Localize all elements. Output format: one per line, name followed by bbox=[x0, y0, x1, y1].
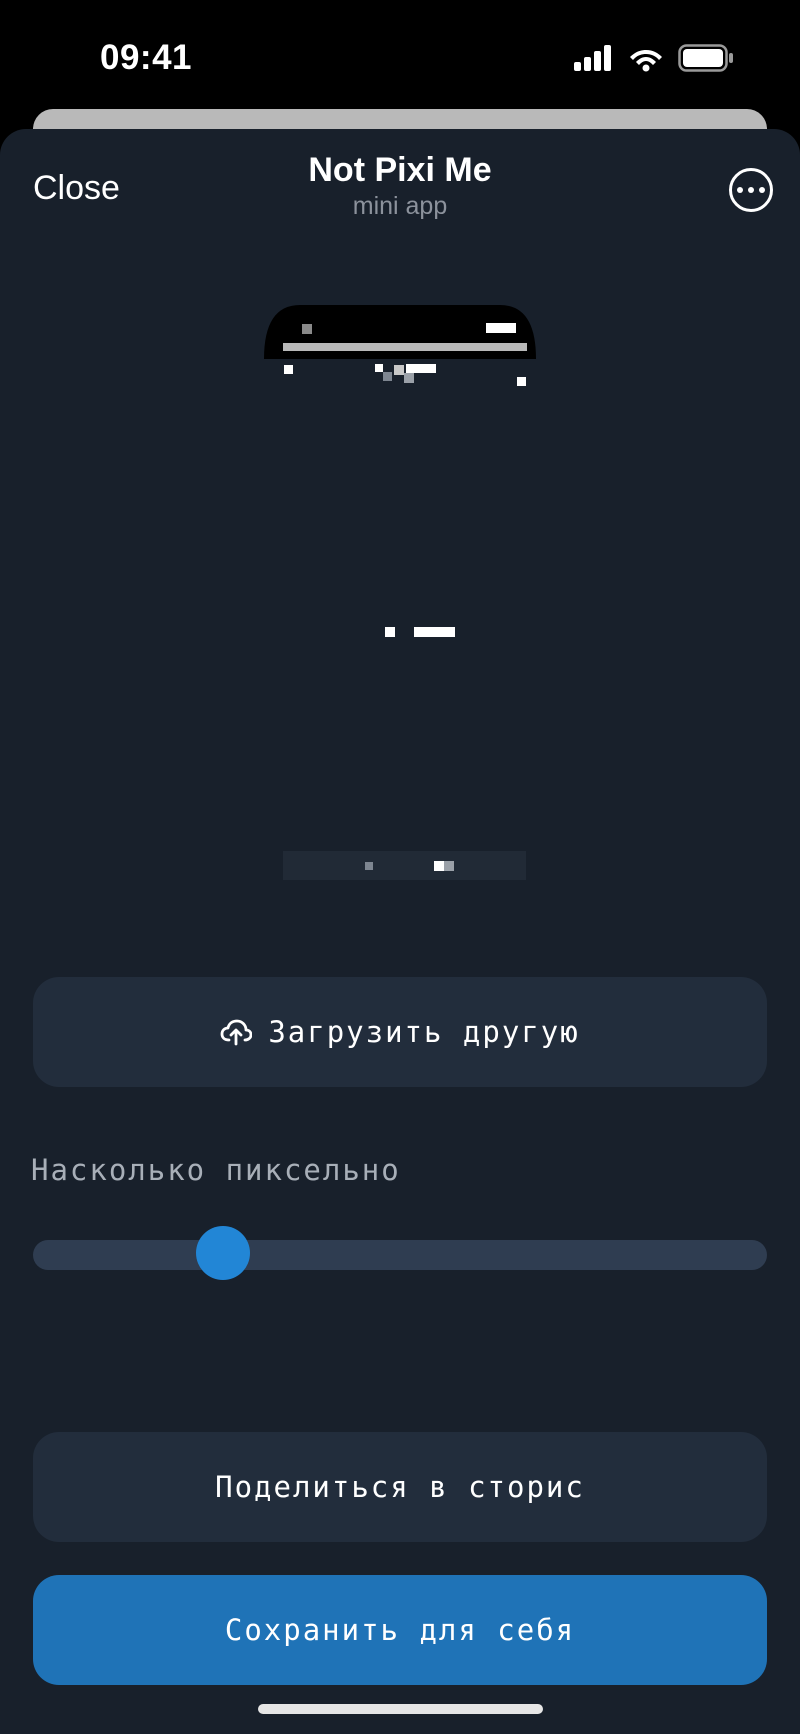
mini-app-sheet: Close Not Pixi Me mini app Загрузить дру… bbox=[0, 129, 800, 1734]
upload-another-label: Загрузить другую bbox=[268, 1015, 580, 1049]
save-for-myself-label: Сохранить для себя bbox=[224, 1613, 576, 1647]
pixel-bottom-strip bbox=[283, 851, 526, 880]
pixelation-slider-label: Насколько пиксельно bbox=[31, 1153, 401, 1187]
share-to-stories-label: Поделиться в сторис bbox=[215, 1470, 585, 1504]
pixel-phone-top bbox=[264, 305, 536, 386]
signal-icon bbox=[574, 45, 611, 71]
home-indicator bbox=[258, 1704, 543, 1714]
pixelated-image-preview bbox=[264, 305, 536, 880]
battery-icon bbox=[678, 44, 733, 72]
status-icons bbox=[574, 44, 734, 72]
share-to-stories-button[interactable]: Поделиться в сторис bbox=[33, 1432, 767, 1542]
upload-another-button[interactable]: Загрузить другую bbox=[33, 977, 767, 1087]
pixelation-slider-track[interactable] bbox=[33, 1240, 767, 1270]
status-time: 09:41 bbox=[100, 38, 193, 77]
cloud-upload-icon bbox=[220, 1018, 253, 1046]
save-for-myself-button[interactable]: Сохранить для себя bbox=[33, 1575, 767, 1685]
wifi-icon bbox=[630, 49, 662, 71]
pixel-middle-marks bbox=[385, 627, 455, 637]
pixelation-slider-thumb[interactable] bbox=[196, 1226, 251, 1280]
status-bar: 09:41 bbox=[0, 0, 800, 112]
